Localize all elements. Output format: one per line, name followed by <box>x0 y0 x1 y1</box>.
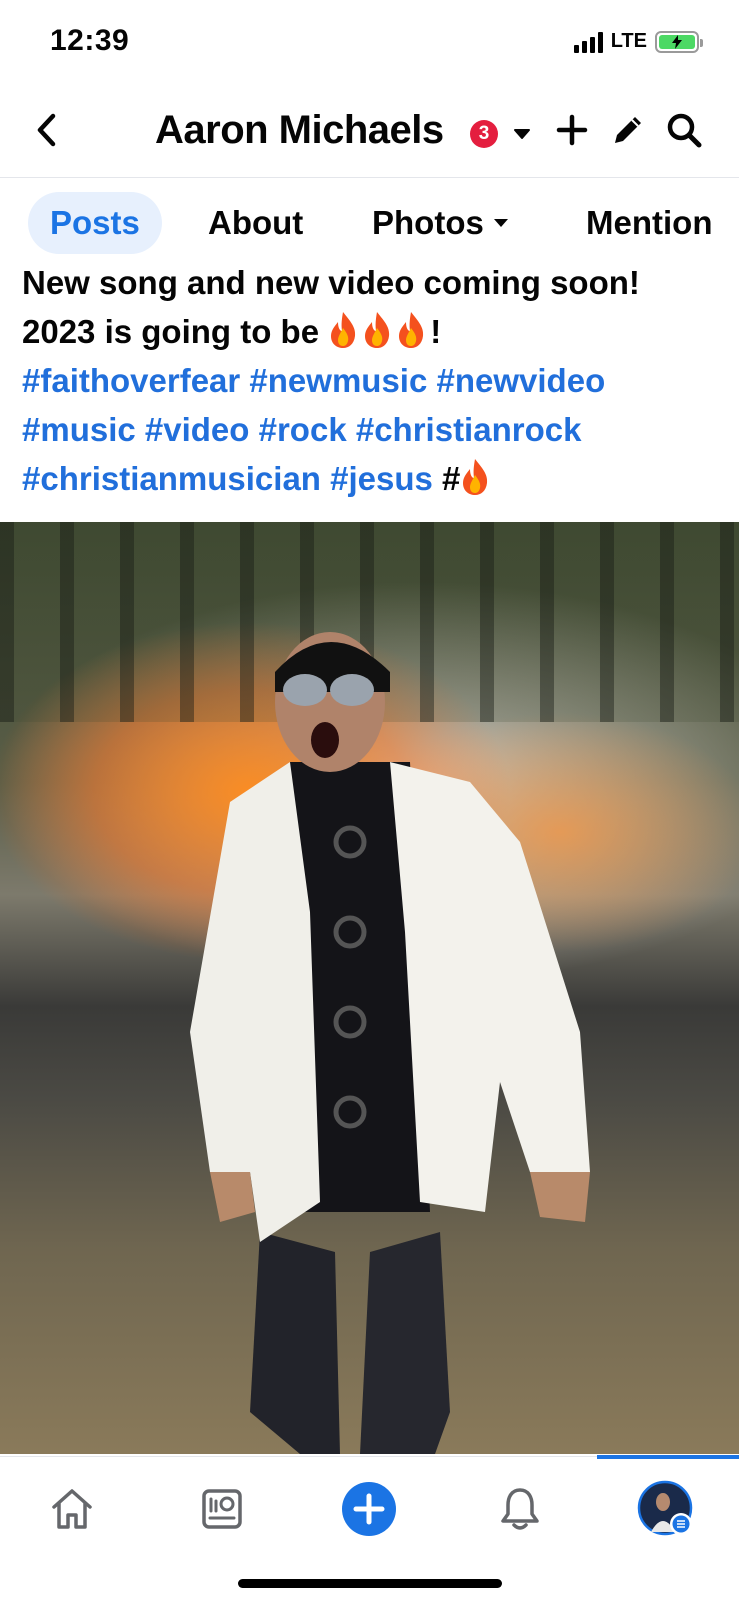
status-time: 12:39 <box>50 24 130 57</box>
trailing-hash: # <box>442 460 461 497</box>
home-indicator-bar <box>238 1579 502 1588</box>
hashtag-line-3[interactable]: #christianmusician #jesus <box>22 460 433 497</box>
status-bar: 12:39 LTE <box>0 0 739 90</box>
active-tab-indicator <box>597 1455 739 1459</box>
tab-mentions[interactable]: Mention <box>586 192 712 254</box>
photo-person-figure <box>190 632 590 1454</box>
profile-tabs: Posts About Photos Mention <box>0 190 739 256</box>
network-type: LTE <box>610 30 647 52</box>
pencil-icon[interactable] <box>606 108 650 152</box>
post-line-hashtags-3: #christianmusician #jesus # <box>22 454 722 503</box>
post-line-2: 2023 is going to be ! <box>22 307 722 356</box>
notification-badge: 3 <box>470 120 498 148</box>
plus-icon[interactable] <box>550 108 594 152</box>
post-photo[interactable] <box>0 522 739 1454</box>
page-header: Aaron Michaels 3 <box>0 90 739 178</box>
fire-emoji-icon <box>365 312 390 348</box>
profile-avatar[interactable] <box>636 1479 696 1539</box>
tab-posts[interactable]: Posts <box>28 192 162 254</box>
post-text: New song and new video coming soon! 2023… <box>22 258 722 503</box>
tab-photos-label: Photos <box>372 204 484 241</box>
tab-about[interactable]: About <box>208 192 303 254</box>
fire-emoji-icon <box>331 312 356 348</box>
bottom-navigation <box>0 1455 739 1600</box>
battery-icon <box>655 30 703 53</box>
notifications-bell-icon[interactable] <box>490 1479 550 1539</box>
back-chevron-icon[interactable] <box>26 110 66 150</box>
home-icon[interactable] <box>42 1479 102 1539</box>
create-plus-icon[interactable] <box>339 1479 399 1539</box>
post-line-2-prefix: 2023 is going to be <box>22 313 320 350</box>
cellular-signal-icon <box>573 31 603 53</box>
hashtag-line-1[interactable]: #faithoverfear #newmusic #newvideo <box>22 356 722 405</box>
tab-photos[interactable]: Photos <box>372 192 508 254</box>
page-title[interactable]: Aaron Michaels <box>155 108 444 153</box>
hashtag-line-2[interactable]: #music #video #rock #christianrock <box>22 405 722 454</box>
search-icon[interactable] <box>662 108 706 152</box>
chevron-down-icon <box>493 219 508 227</box>
fire-emoji-icon <box>399 312 424 348</box>
status-indicators: LTE <box>573 30 703 53</box>
feed-dashboard-icon[interactable] <box>192 1479 252 1539</box>
fire-emoji-icon <box>463 459 488 495</box>
dropdown-caret-icon[interactable] <box>508 120 536 148</box>
post-line-2-suffix: ! <box>430 313 442 350</box>
post-line-1: New song and new video coming soon! <box>22 264 640 301</box>
